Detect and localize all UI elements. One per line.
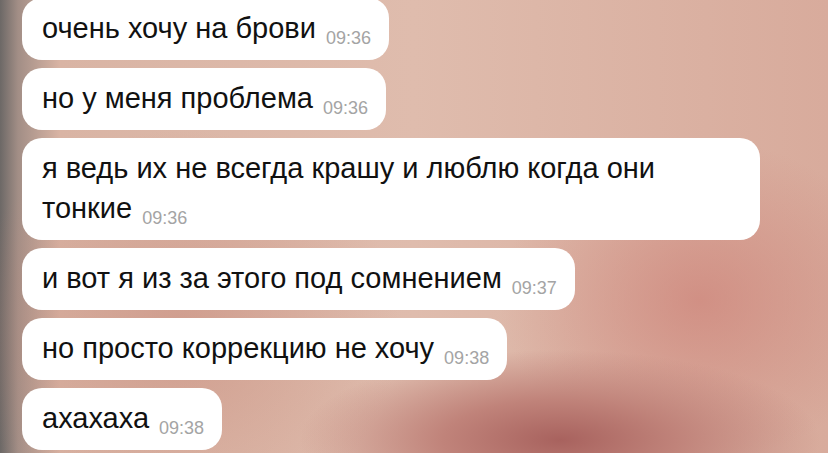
message-bubble[interactable]: я ведь их не всегда крашу и люблю когда …	[22, 138, 760, 240]
message-time: 09:38	[159, 418, 204, 439]
message-text: но просто коррекцию не хочу	[42, 332, 434, 364]
message-row: но просто коррекцию не хочу 09:38	[22, 318, 828, 380]
message-time: 09:36	[142, 208, 187, 229]
message-text: но у меня проблема	[42, 82, 313, 114]
message-row: ахахаха 09:38	[22, 388, 828, 450]
message-time: 09:37	[512, 278, 557, 299]
message-bubble[interactable]: ахахаха 09:38	[22, 388, 222, 450]
message-row: очень хочу на брови 09:36	[22, 0, 828, 60]
message-time: 09:36	[326, 28, 371, 49]
message-bubble[interactable]: очень хочу на брови 09:36	[22, 0, 389, 60]
message-time: 09:38	[444, 348, 489, 369]
message-bubble[interactable]: и вот я из за этого под сомнением 09:37	[22, 248, 575, 310]
message-bubble[interactable]: но просто коррекцию не хочу 09:38	[22, 318, 507, 380]
chat-screen: очень хочу на брови09:36но у меня пробле…	[0, 0, 828, 453]
message-text: и вот я из за этого под сомнением	[42, 262, 502, 294]
message-row: и вот я из за этого под сомнением 09:37	[22, 248, 828, 310]
message-row: но у меня проблема 09:36	[22, 68, 828, 130]
message-text: я ведь их не всегда крашу и люблю когда …	[42, 152, 655, 224]
message-text: ахахаха	[42, 402, 149, 434]
message-time: 09:36	[323, 98, 368, 119]
message-bubble[interactable]: но у меня проблема 09:36	[22, 68, 386, 130]
message-text: очень хочу на брови	[42, 12, 316, 44]
message-list: очень хочу на брови09:36но у меня пробле…	[0, 0, 828, 450]
message-row: я ведь их не всегда крашу и люблю когда …	[22, 138, 828, 240]
